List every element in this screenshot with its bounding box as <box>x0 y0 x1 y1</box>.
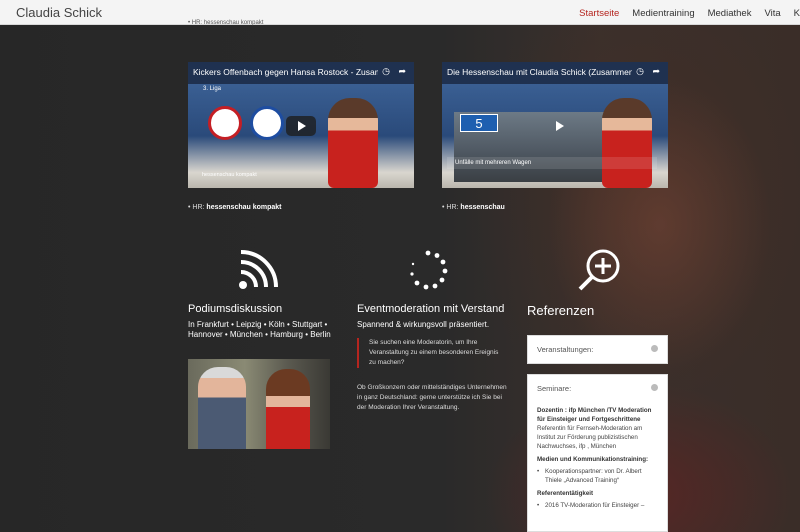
source-name: hessenschau kompakt <box>206 204 282 211</box>
source-prefix: HR: <box>446 204 459 211</box>
video-caption: hessenschau kompakt <box>202 172 257 178</box>
zoom-in-icon <box>576 247 622 298</box>
podium-photo <box>188 359 330 449</box>
video-player-2[interactable]: 5 Unfälle mit mehreren Wagen Die Hessens… <box>442 62 668 188</box>
nav-mediathek[interactable]: Mediathek <box>708 8 752 19</box>
list-item: 2016 TV-Moderation für Einsteiger – <box>537 501 658 510</box>
video-source-1: • HR: hessenschau kompakt <box>188 204 282 211</box>
accordion-seminare[interactable]: Seminare: Dozentin : ifp München /TV Mod… <box>527 374 668 532</box>
lower-third: Unfälle mit mehreren Wagen <box>447 157 657 169</box>
presenter-figure <box>602 98 652 188</box>
play-button[interactable] <box>286 116 316 136</box>
seminar-heading: Dozentin : ifp München /TV Moderation fü… <box>537 407 652 423</box>
video-player-1[interactable]: 3. Liga hessenschau kompakt Kickers Offe… <box>188 62 414 188</box>
presenter-figure <box>328 98 378 188</box>
source-name: hessenschau <box>460 204 505 211</box>
play-button[interactable] <box>544 116 574 136</box>
nav-startseite[interactable]: Startseite <box>579 8 619 19</box>
video-thumbnail: 5 Unfälle mit mehreren Wagen <box>442 84 668 188</box>
share-icon[interactable]: ➦ <box>398 66 406 77</box>
podium-title: Podiumsdiskussion <box>188 303 283 315</box>
collapse-icon[interactable] <box>651 384 658 391</box>
channel-badge: 5 <box>460 114 498 132</box>
nav-vita[interactable]: Vita <box>764 8 780 19</box>
event-quote: Sie suchen eine Moderatorin, um Ihre Ver… <box>357 338 505 368</box>
loading-spinner-icon <box>408 250 448 295</box>
nav-kontakt[interactable]: K <box>794 8 800 19</box>
league-badge: 3. Liga <box>203 86 222 92</box>
seminar-heading: Referententätigkeit <box>537 490 594 497</box>
site-brand[interactable]: Claudia Schick <box>16 5 102 20</box>
seminar-heading: Medien und Kommunikationstraining: <box>537 456 649 463</box>
video-thumbnail: 3. Liga hessenschau kompakt <box>188 84 414 188</box>
watch-later-icon[interactable]: ◷ <box>382 66 390 77</box>
person-figure <box>198 367 246 449</box>
wifi-icon <box>238 250 278 295</box>
video-title[interactable]: Die Hessenschau mit Claudia Schick (Zusa… <box>447 67 632 77</box>
seminar-text: Referentin für Fernseh-Moderation am Ins… <box>537 425 643 450</box>
accordion-label: Veranstaltungen: <box>537 345 594 354</box>
nav-medientraining[interactable]: Medientraining <box>632 8 694 19</box>
podium-cities: In Frankfurt • Leipzig • Köln • Stuttgar… <box>188 320 331 339</box>
accordion-veranstaltungen[interactable]: Veranstaltungen: <box>527 335 668 364</box>
video-source-2: • HR: hessenschau <box>442 204 505 211</box>
event-body: Ob Großkonzern oder mittelständiges Unte… <box>357 384 507 411</box>
share-icon[interactable]: ➦ <box>652 66 660 77</box>
club-logo-icon <box>250 106 284 140</box>
accordion-label: Seminare: <box>537 384 572 393</box>
list-item: Kooperationspartner: von Dr. Albert Thie… <box>537 467 658 485</box>
event-subtitle: Spannend & wirkungsvoll präsentiert. <box>357 320 490 329</box>
accordion-header[interactable]: Veranstaltungen: <box>528 336 667 363</box>
references-title: Referenzen <box>527 303 595 318</box>
watch-later-icon[interactable]: ◷ <box>636 66 644 77</box>
accordion-header[interactable]: Seminare: <box>528 375 667 402</box>
source-prefix: HR: <box>192 204 205 211</box>
main-nav: Startseite Medientraining Mediathek Vita… <box>566 8 800 19</box>
video-title[interactable]: Kickers Offenbach gegen Hansa Rostock - … <box>193 67 378 77</box>
site-header: Claudia Schick Startseite Medientraining… <box>0 0 800 25</box>
person-figure <box>266 369 310 449</box>
club-logo-icon <box>208 106 242 140</box>
ticker-text: • HR: hessenschau kompakt <box>188 20 264 26</box>
event-title: Eventmoderation mit Verstand <box>357 303 505 315</box>
expand-icon[interactable] <box>651 345 658 352</box>
accordion-content: Dozentin : ifp München /TV Moderation fü… <box>528 406 667 516</box>
